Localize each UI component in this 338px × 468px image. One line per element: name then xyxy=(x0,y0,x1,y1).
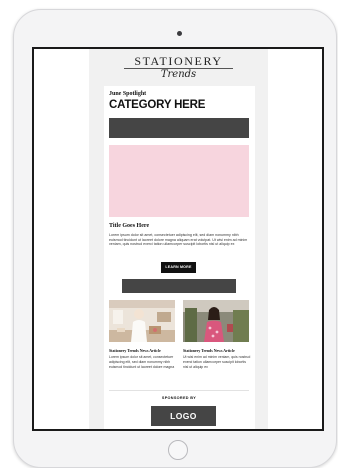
home-button[interactable] xyxy=(168,440,188,460)
article-title[interactable]: Title Goes Here xyxy=(109,223,149,229)
news-photo-2-illustration xyxy=(183,300,249,342)
section-divider xyxy=(109,390,249,391)
category-title: CATEGORY HERE xyxy=(109,99,206,111)
sponsor-logo[interactable]: LOGO xyxy=(151,406,216,426)
news-image-1[interactable] xyxy=(109,300,175,342)
news-photo-1-illustration xyxy=(109,300,175,342)
eyebrow-text: June Spotlight xyxy=(109,91,147,97)
screen: STATIONERY Trends June Spotlight CATEGOR… xyxy=(34,49,322,429)
news-title-2[interactable]: Stationery Trends News Article xyxy=(183,349,235,353)
banner-placeholder[interactable] xyxy=(109,118,249,138)
news-image-2[interactable] xyxy=(183,300,249,342)
brand-script: Trends xyxy=(160,69,197,80)
hero-image[interactable] xyxy=(109,145,249,217)
brand-logo[interactable]: STATIONERY Trends xyxy=(114,55,243,83)
news-body-2: Ut wisi enim ad minim veniam, quis nostr… xyxy=(183,355,251,369)
news-body-1: Lorem ipsum dolor sit amet, consectetuer… xyxy=(109,355,175,369)
news-title-1[interactable]: Stationery Trends News Article xyxy=(109,349,161,353)
sponsored-label: SPONSORED BY xyxy=(161,396,197,400)
learn-more-button[interactable]: LEARN MORE xyxy=(161,262,196,273)
camera-icon xyxy=(177,31,182,36)
brand-name: STATIONERY xyxy=(134,54,223,68)
mid-banner-placeholder[interactable] xyxy=(122,279,236,293)
article-body: Lorem ipsum dolor sit amet, consectetuer… xyxy=(109,233,248,247)
